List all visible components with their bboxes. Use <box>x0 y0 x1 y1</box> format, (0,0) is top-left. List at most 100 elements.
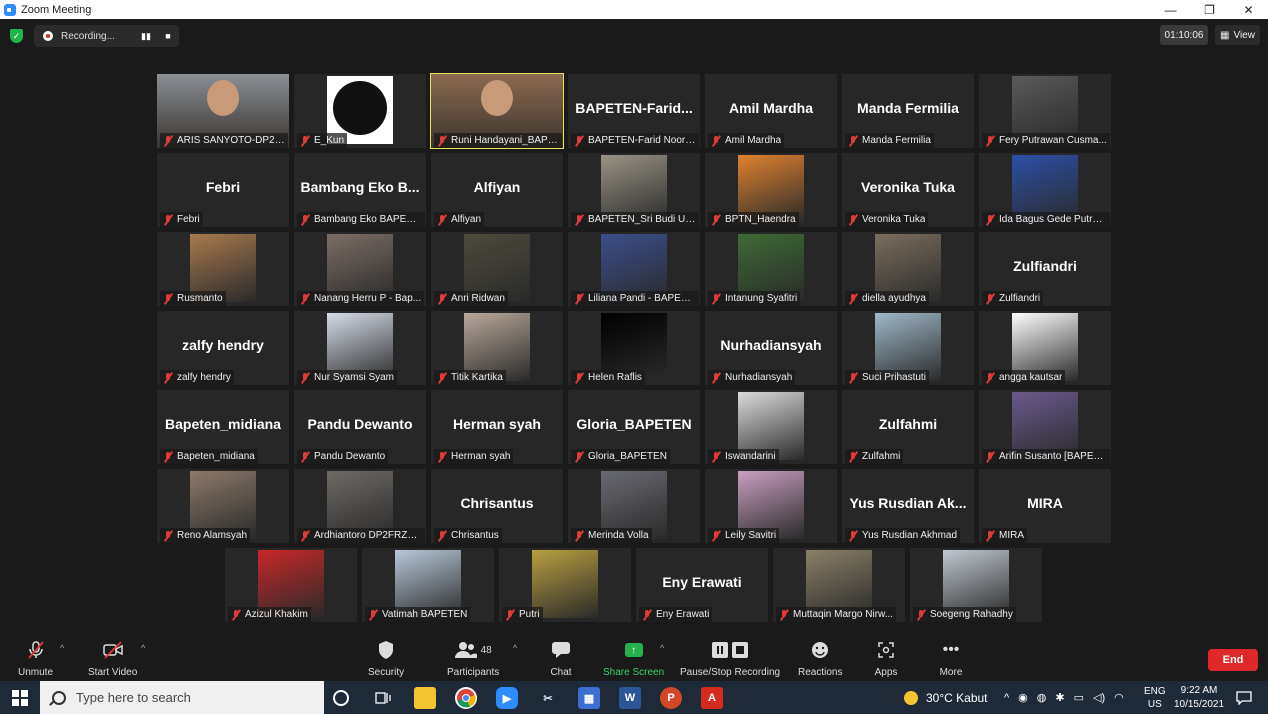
start-video-button[interactable]: Start Video <box>88 639 137 678</box>
participant-tile[interactable]: Herman syah Herman syah <box>431 390 563 464</box>
cortana-icon[interactable] <box>333 690 349 706</box>
participant-tile[interactable]: Yus Rusdian Ak... Yus Rusdian Akhmad <box>842 469 974 543</box>
weather-widget[interactable]: 30°C Kabut <box>904 681 988 714</box>
participant-name: BAPETEN_Sri Budi Uta... <box>588 214 696 225</box>
participant-tile[interactable]: Nur Syamsi Syam <box>294 311 426 385</box>
participants-caret-icon[interactable]: ^ <box>513 643 517 653</box>
participant-tile[interactable]: Gloria_BAPETEN Gloria_BAPETEN <box>568 390 700 464</box>
participant-tile[interactable]: BAPETEN_Sri Budi Uta... <box>568 153 700 227</box>
participant-tile[interactable]: Vatimah BAPETEN <box>362 548 494 622</box>
participant-tile[interactable]: Veronika Tuka Veronika Tuka <box>842 153 974 227</box>
security-shield-icon <box>374 639 398 661</box>
pause-stop-recording-button[interactable]: Pause/Stop Recording <box>680 639 780 678</box>
participant-name: Chrisantus <box>451 530 499 541</box>
acrobat-icon[interactable]: A <box>701 687 723 709</box>
word-icon[interactable]: W <box>619 687 641 709</box>
battery-icon[interactable]: ▭ <box>1074 691 1084 704</box>
security-button[interactable]: Security <box>368 639 404 678</box>
participant-tile[interactable]: Alfiyan Alfiyan <box>431 153 563 227</box>
participant-display-name: Alfiyan <box>473 179 521 195</box>
participant-tile[interactable]: Helen Raflis <box>568 311 700 385</box>
participant-tile[interactable]: Amil Mardha Amil Mardha <box>705 74 837 148</box>
participant-tile[interactable]: Nurhadiansyah Nurhadiansyah <box>705 311 837 385</box>
participant-tile[interactable]: E_Kun <box>294 74 426 148</box>
participant-tile[interactable]: Nanang Herru P - Bap... <box>294 232 426 306</box>
participant-tile[interactable]: Zulfiandri Zulfiandri <box>979 232 1111 306</box>
pause-recording-icon[interactable]: ▮▮ <box>139 29 153 43</box>
language-indicator[interactable]: ENG US <box>1144 681 1166 714</box>
snipping-tool-icon[interactable]: ✂ <box>537 687 559 709</box>
end-meeting-button[interactable]: End <box>1208 649 1258 671</box>
share-screen-button[interactable]: ↑ Share Screen <box>603 639 664 678</box>
video-options-caret-icon[interactable]: ^ <box>141 643 145 653</box>
file-explorer-icon[interactable] <box>414 687 436 709</box>
encryption-shield-icon[interactable]: ✓ <box>10 29 23 43</box>
zoom-taskbar-icon[interactable]: ▶ <box>496 687 518 709</box>
chat-button[interactable]: Chat <box>549 639 573 678</box>
volume-icon[interactable]: ◁) <box>1093 691 1105 704</box>
participant-tile[interactable]: Reno Alamsyah <box>157 469 289 543</box>
participant-tile[interactable]: Soegeng Rahadhy <box>910 548 1042 622</box>
participant-tile[interactable]: zalfy hendry zalfy hendry <box>157 311 289 385</box>
participant-tile[interactable]: Liliana Pandi - BAPETEN <box>568 232 700 306</box>
participant-tile[interactable]: Azizul Khakim <box>225 548 357 622</box>
apps-button[interactable]: Apps <box>874 639 898 678</box>
powerpoint-icon[interactable]: P <box>660 687 682 709</box>
stop-recording-icon[interactable]: ■ <box>161 29 175 43</box>
participant-tile[interactable]: Bapeten_midiana Bapeten_midiana <box>157 390 289 464</box>
participants-button[interactable]: 48 Participants <box>447 639 499 678</box>
tray-chevron-icon[interactable]: ^ <box>1004 692 1009 704</box>
audio-options-caret-icon[interactable]: ^ <box>60 643 64 653</box>
participant-tile[interactable]: Febri Febri <box>157 153 289 227</box>
participant-tile[interactable]: Titik Kartika <box>431 311 563 385</box>
participant-tile[interactable]: MIRA MIRA <box>979 469 1111 543</box>
participant-face <box>207 80 239 116</box>
participant-tile[interactable]: BPTN_Haendra <box>705 153 837 227</box>
participant-tile[interactable]: Bambang Eko B... Bambang Eko BAPETEN <box>294 153 426 227</box>
participant-tile[interactable]: Fery Putrawan Cusma... <box>979 74 1111 148</box>
participant-tile[interactable]: Pandu Dewanto Pandu Dewanto <box>294 390 426 464</box>
tray-app-icon[interactable]: ◍ <box>1037 691 1047 704</box>
maximize-button[interactable]: ❐ <box>1190 0 1229 19</box>
more-button[interactable]: ••• More <box>939 639 963 678</box>
unmute-button[interactable]: Unmute <box>18 639 53 678</box>
chrome-icon[interactable] <box>455 687 477 709</box>
reactions-button[interactable]: Reactions <box>798 639 842 678</box>
participant-tile[interactable]: angga kautsar <box>979 311 1111 385</box>
participant-tile[interactable]: ARIS SANYOTO-DP2FRZR... <box>157 74 289 148</box>
participant-tile[interactable]: Iswandarini <box>705 390 837 464</box>
notification-center-icon[interactable] <box>1233 687 1255 709</box>
wifi-icon[interactable]: ◠ <box>1114 691 1124 704</box>
taskbar-clock[interactable]: 9:22 AM 10/15/2021 <box>1170 684 1228 712</box>
view-button[interactable]: ▦ View <box>1215 25 1260 45</box>
participant-tile[interactable]: Chrisantus Chrisantus <box>431 469 563 543</box>
participant-tile[interactable]: diella ayudhya <box>842 232 974 306</box>
participant-tile[interactable]: BAPETEN-Farid... BAPETEN-Farid Noor J... <box>568 74 700 148</box>
participant-tile[interactable]: Merinda Volla <box>568 469 700 543</box>
participant-tile[interactable]: Putri <box>499 548 631 622</box>
participant-tile[interactable]: Ardhiantoro DP2FRZR... <box>294 469 426 543</box>
participant-tile[interactable]: Suci Prihastuti <box>842 311 974 385</box>
participant-name: Runi Handayani_BAPETEN <box>451 135 559 146</box>
participant-tile[interactable]: Leily Savitri <box>705 469 837 543</box>
participant-tile[interactable]: Eny Erawati Eny Erawati <box>636 548 768 622</box>
close-button[interactable]: ✕ <box>1229 0 1268 19</box>
participant-tile[interactable]: Ida Bagus Gede Putra ... <box>979 153 1111 227</box>
participant-tile[interactable]: Anri Ridwan <box>431 232 563 306</box>
participant-tile[interactable]: Runi Handayani_BAPETEN <box>430 73 564 149</box>
calculator-icon[interactable]: ▦ <box>578 687 600 709</box>
participant-tile[interactable]: Rusmanto <box>157 232 289 306</box>
participant-tile[interactable]: Zulfahmi Zulfahmi <box>842 390 974 464</box>
participant-tile[interactable]: Manda Fermilia Manda Fermilia <box>842 74 974 148</box>
task-view-icon[interactable] <box>372 687 394 709</box>
participant-tile[interactable]: Intanung Syafitri <box>705 232 837 306</box>
taskbar-search-box[interactable]: Type here to search <box>40 681 324 714</box>
windows-start-icon[interactable] <box>12 690 28 706</box>
participant-tile[interactable]: Arifin Susanto [BAPETE... <box>979 390 1111 464</box>
bluetooth-icon[interactable]: ✱ <box>1055 691 1064 704</box>
participant-tile[interactable]: Muttaqin Margo Nirw... <box>773 548 905 622</box>
participant-name-label: Febri <box>160 212 203 227</box>
share-options-caret-icon[interactable]: ^ <box>660 643 664 653</box>
meet-now-icon[interactable]: ◉ <box>1018 691 1028 704</box>
minimize-button[interactable]: — <box>1151 0 1190 19</box>
